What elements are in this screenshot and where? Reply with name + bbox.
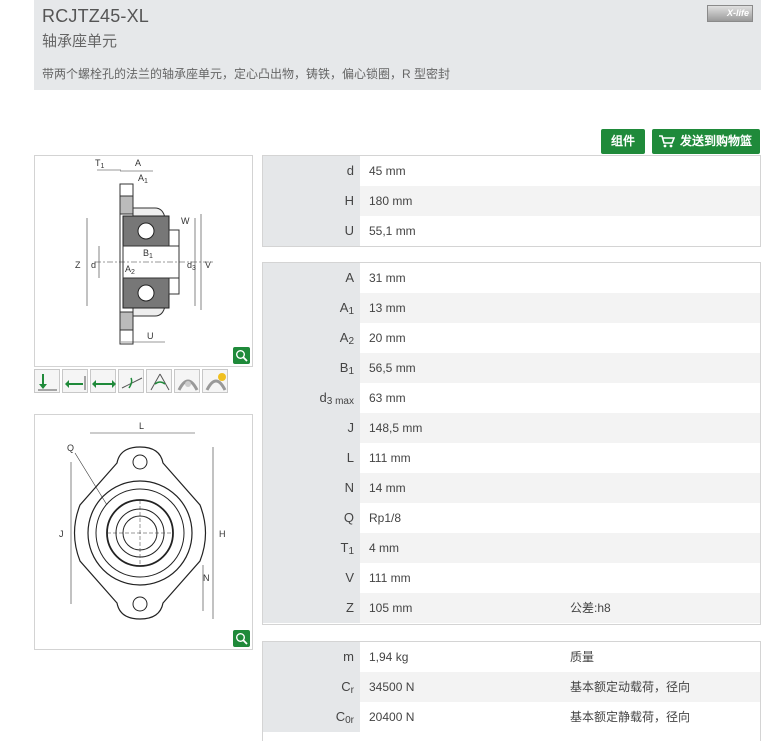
dim-Z: Z: [75, 260, 81, 270]
table-row: A1 13 mm: [263, 293, 760, 323]
row-label: J: [263, 413, 360, 443]
row-value: 45 mm: [369, 164, 406, 178]
dimensions-table: A 31 mm A1 13 mm A2 20 mm B1 56,5 mm d3 max 6…: [262, 262, 761, 625]
table-row: d3 max 63 mm: [263, 383, 760, 413]
dim-H: H: [219, 529, 226, 539]
add-to-cart-button[interactable]: 发送到购物篮: [652, 129, 760, 154]
table-row: Z 105 mm 公差:h8: [263, 593, 760, 623]
row-value: 4 mm: [360, 533, 760, 563]
row-value: 31 mm: [369, 271, 406, 285]
kit-button[interactable]: 组件: [601, 129, 645, 154]
front-drawing: L Q J H N: [34, 414, 253, 650]
load-ratings-table: m 1,94 kg 质量 Cr 34500 N 基本额定动载荷，径向 C0r 20400 …: [262, 641, 761, 741]
row-label: Q: [263, 503, 360, 533]
row-label: A2: [263, 323, 360, 353]
dim-V: V: [205, 260, 211, 270]
table-row: T1 4 mm: [263, 533, 760, 563]
row-value: 13 mm: [360, 293, 760, 323]
row-value: 56,5 mm: [360, 353, 760, 383]
row-label: T1: [263, 533, 360, 563]
zoom-drawing1-button[interactable]: [233, 347, 250, 364]
row-value: 111 mm: [369, 571, 411, 585]
dim-A: A: [135, 158, 141, 168]
zoom-drawing2-button[interactable]: [233, 630, 250, 647]
table-row: Q Rp1/8: [263, 503, 760, 533]
axial-load-both-icon[interactable]: [90, 369, 116, 393]
table-row: B1 56,5 mm: [263, 353, 760, 383]
zoom-icon: [236, 350, 248, 362]
dim-d: d: [91, 260, 96, 270]
main-dimensions-table: d 45 mm H 180 mm U 55,1 mm: [262, 155, 761, 247]
row-label: L: [263, 443, 360, 473]
axial-load-left-icon[interactable]: [62, 369, 88, 393]
row-value: 14 mm: [360, 473, 760, 503]
row-value: 105 mm 公差:h8: [360, 593, 760, 623]
row-value: 20 mm: [369, 331, 406, 345]
dim-Q: Q: [67, 443, 74, 453]
row-label: C0r: [263, 702, 360, 732]
seal-icon[interactable]: [174, 369, 200, 393]
section-drawing-svg: Z d d3 V T1 A A1 W B1 A2 U: [75, 158, 215, 345]
misalignment-icon[interactable]: [118, 369, 144, 393]
dim-T1: T1: [95, 158, 105, 170]
table-row: C0r 20400 N 基本额定静载荷，径向: [263, 702, 760, 732]
add-to-cart-label: 发送到购物篮: [679, 134, 752, 148]
table-row: d 45 mm: [263, 156, 760, 186]
xlife-logo: X-life: [707, 5, 753, 22]
product-subtitle: 轴承座单元: [42, 33, 118, 50]
row-value: 34500 N 基本额定动载荷，径向: [360, 672, 760, 702]
dim-A1: A1: [138, 173, 148, 185]
row-label: Cr: [263, 672, 360, 702]
product-description: 带两个螺栓孔的法兰的轴承座单元，定心凸出物，铸铁，偏心锁圈，R 型密封: [42, 67, 451, 81]
row-label: H: [263, 186, 360, 216]
angular-icon[interactable]: [146, 369, 172, 393]
table-row: U 55,1 mm: [263, 216, 760, 246]
zoom-icon: [236, 633, 248, 645]
load-icons-row: [34, 369, 253, 393]
radial-load-icon[interactable]: [34, 369, 60, 393]
row-label: d: [263, 156, 360, 186]
table-row: V 111 mm: [263, 563, 760, 593]
row-label: N: [263, 473, 360, 503]
row-label: U: [263, 216, 360, 246]
table-row: L 111 mm: [263, 443, 760, 473]
row-value: Rp1/8: [369, 511, 402, 525]
row-value: 55,1 mm: [369, 224, 416, 238]
dim-U: U: [147, 331, 154, 341]
row-label: A: [263, 263, 360, 293]
table-row: J 148,5 mm: [263, 413, 760, 443]
dim-W: W: [181, 216, 190, 226]
dim-L: L: [139, 421, 144, 431]
dim-N: N: [203, 573, 210, 583]
row-value: 1,94 kg 质量: [369, 650, 595, 664]
product-title: RCJTZ45-XL: [42, 6, 150, 26]
row-label: Z: [263, 593, 360, 623]
row-value: 111 mm: [369, 451, 411, 465]
row-label: V: [263, 563, 360, 593]
product-header: RCJTZ45-XL 轴承座单元 带两个螺栓孔的法兰的轴承座单元，定心凸出物，铸…: [34, 0, 761, 90]
row-label: m: [263, 642, 360, 672]
table-row: A 31 mm: [263, 263, 760, 293]
row-label: d3 max: [263, 383, 360, 413]
dim-J: J: [59, 529, 64, 539]
section-drawing: Z d d3 V T1 A A1 W B1 A2 U: [34, 155, 253, 367]
table-row: N 14 mm: [263, 473, 760, 503]
row-value: 148,5 mm: [360, 413, 760, 443]
temperature-icon[interactable]: [202, 369, 228, 393]
front-drawing-svg: L Q J H N: [59, 421, 226, 620]
table-row: m 1,94 kg 质量: [263, 642, 760, 672]
table-row: A2 20 mm: [263, 323, 760, 353]
row-value: 20400 N 基本额定静载荷，径向: [369, 710, 691, 724]
row-value: 63 mm: [369, 391, 406, 405]
table-row: H 180 mm: [263, 186, 760, 216]
table-row: Cr 34500 N 基本额定动载荷，径向: [263, 672, 760, 702]
row-label: B1: [263, 353, 360, 383]
row-label: A1: [263, 293, 360, 323]
cart-icon: [659, 135, 675, 148]
row-value: 180 mm: [360, 186, 760, 216]
